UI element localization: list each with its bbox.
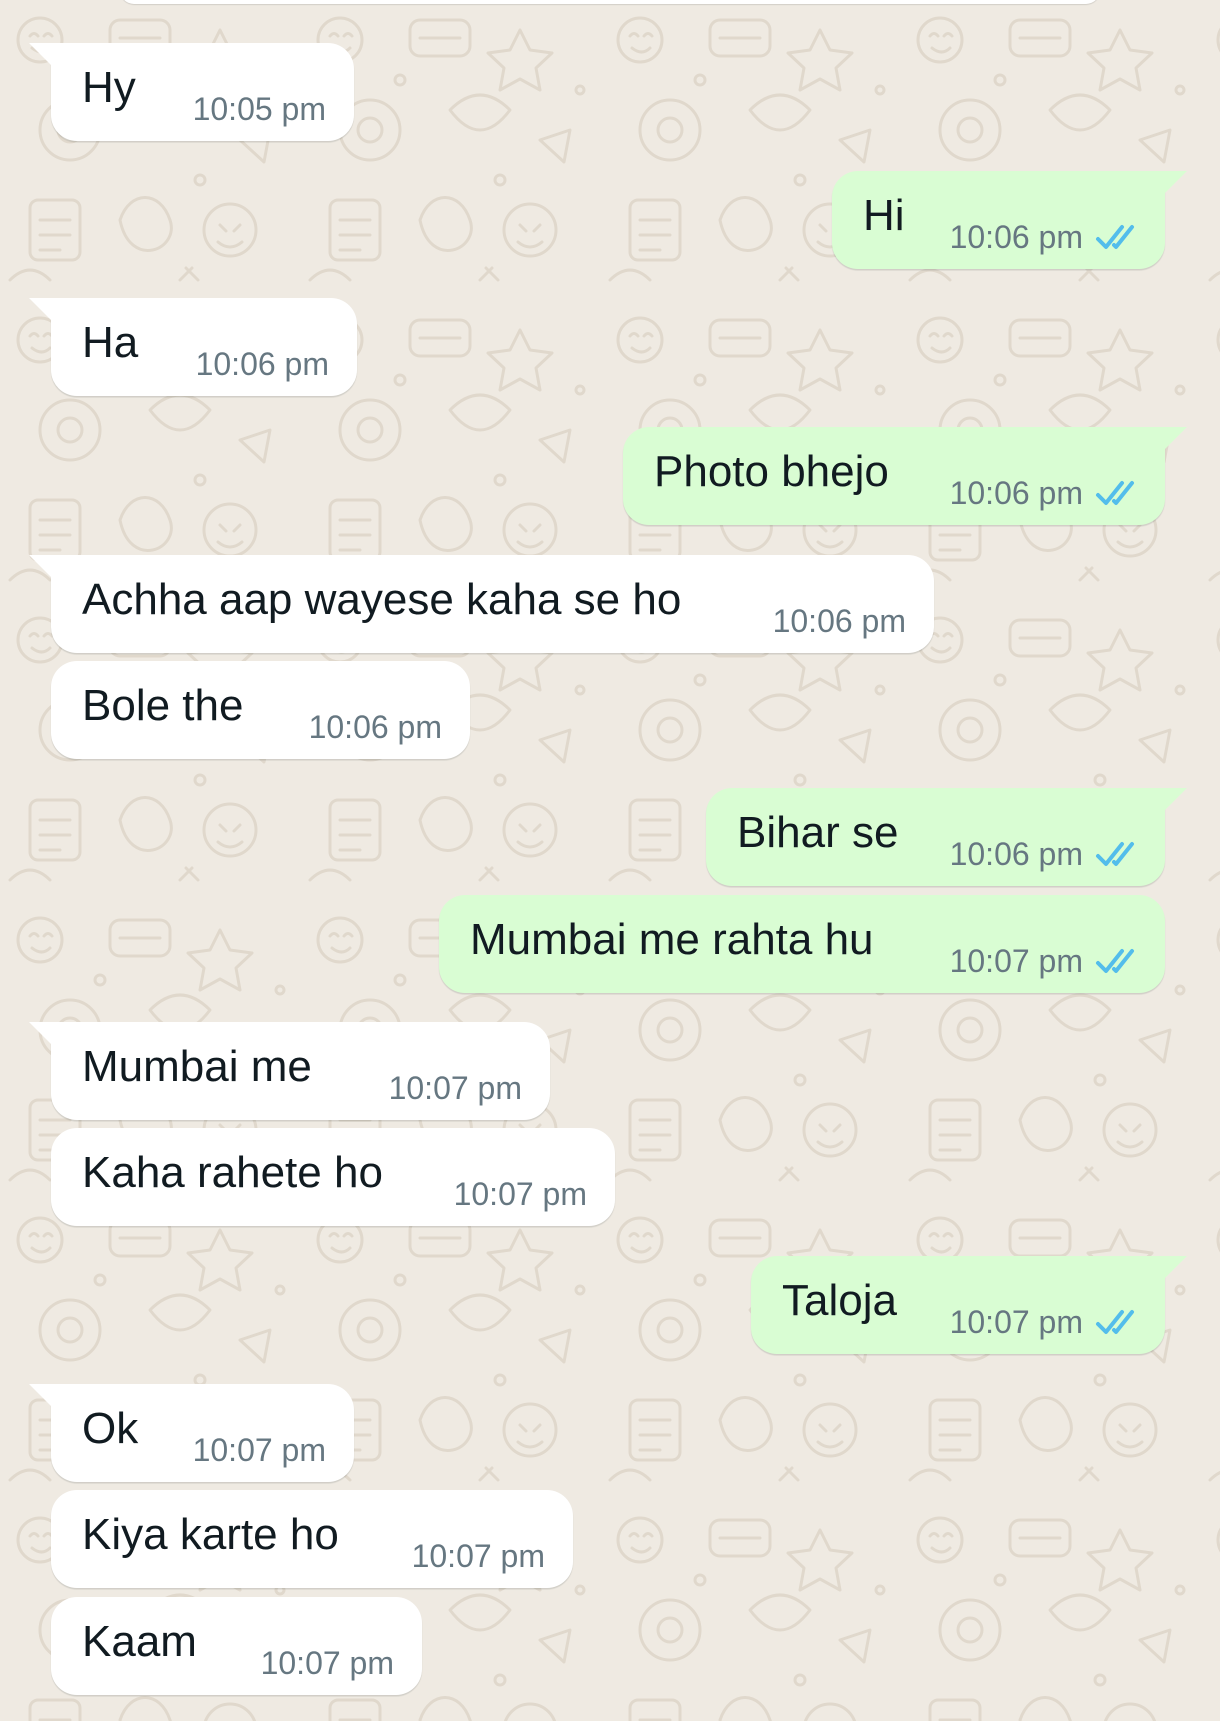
message-timestamp: 10:07 pm (949, 943, 1083, 979)
message-timestamp: 10:06 pm (949, 475, 1083, 511)
message-meta: 10:07 pm (261, 1644, 394, 1682)
message-timestamp: 10:07 pm (192, 1432, 326, 1468)
double-check-icon (1096, 1310, 1134, 1334)
message-timestamp: 10:07 pm (949, 1304, 1083, 1340)
message-text: Kaam (82, 1617, 197, 1666)
incoming-message-bubble[interactable]: Ok 10:07 pm (29, 1384, 354, 1482)
incoming-message-bubble[interactable]: Mumbai me 10:07 pm (29, 1022, 550, 1120)
message-meta: 10:05 pm (193, 90, 326, 128)
outgoing-message-bubble[interactable]: Hi 10:06 pm (832, 171, 1187, 269)
message-text: Photo bhejo (654, 447, 889, 496)
message-text: Bihar se (737, 808, 899, 857)
incoming-message-bubble[interactable]: Achha aap wayese kaha se ho 10:06 pm (29, 555, 934, 653)
message-meta: 10:07 pm (389, 1069, 522, 1107)
incoming-message-bubble[interactable]: Bole the 10:06 pm (51, 661, 470, 759)
message-meta: 10:06 pm (196, 345, 329, 383)
message-timestamp: 10:07 pm (453, 1176, 587, 1212)
message-timestamp: 10:07 pm (411, 1538, 545, 1574)
message-text: Mumbai me (82, 1042, 312, 1091)
message-text: Ok (82, 1404, 139, 1453)
message-timestamp: 10:05 pm (192, 91, 326, 127)
message-text: Mumbai me rahta hu (470, 915, 874, 964)
message-timestamp: 10:06 pm (949, 836, 1083, 872)
double-check-icon (1096, 481, 1134, 505)
message-meta: 10:07 pm (950, 942, 1143, 980)
message-meta: 10:06 pm (950, 218, 1143, 256)
outgoing-message-bubble[interactable]: Mumbai me rahta hu 10:07 pm (439, 895, 1165, 993)
double-check-icon (1096, 949, 1134, 973)
incoming-message-bubble[interactable]: Kiya karte ho 10:07 pm (51, 1490, 573, 1588)
message-meta: 10:06 pm (950, 474, 1143, 512)
message-timestamp: 10:06 pm (949, 219, 1083, 255)
message-meta: 10:07 pm (412, 1537, 545, 1575)
previous-message-bubble-edge (120, 0, 1100, 4)
chat-message-list[interactable]: Hy 10:05 pm Hi 10:06 pm Ha 10:06 pm Phot… (0, 0, 1220, 1721)
double-check-icon (1096, 225, 1134, 249)
message-text: Hi (863, 191, 905, 240)
incoming-message-bubble[interactable]: Hy 10:05 pm (29, 43, 354, 141)
message-timestamp: 10:06 pm (772, 603, 906, 639)
message-text: Taloja (782, 1276, 897, 1325)
message-text: Hy (82, 63, 136, 112)
outgoing-message-bubble[interactable]: Taloja 10:07 pm (751, 1256, 1187, 1354)
message-timestamp: 10:06 pm (195, 346, 329, 382)
message-text: Kiya karte ho (82, 1510, 339, 1559)
message-timestamp: 10:07 pm (388, 1070, 522, 1106)
message-text: Achha aap wayese kaha se ho (82, 575, 682, 624)
incoming-message-bubble[interactable]: Ha 10:06 pm (29, 298, 357, 396)
message-meta: 10:07 pm (950, 1303, 1143, 1341)
message-timestamp: 10:06 pm (308, 709, 442, 745)
message-meta: 10:06 pm (773, 602, 906, 640)
message-text: Kaha rahete ho (82, 1148, 383, 1197)
double-check-icon (1096, 842, 1134, 866)
message-text: Ha (82, 318, 139, 367)
message-timestamp: 10:07 pm (260, 1645, 394, 1681)
outgoing-message-bubble[interactable]: Bihar se 10:06 pm (706, 788, 1187, 886)
message-meta: 10:06 pm (309, 708, 442, 746)
outgoing-message-bubble[interactable]: Photo bhejo 10:06 pm (623, 427, 1187, 525)
message-meta: 10:07 pm (454, 1175, 587, 1213)
message-meta: 10:06 pm (950, 835, 1143, 873)
incoming-message-bubble[interactable]: Kaha rahete ho 10:07 pm (51, 1128, 615, 1226)
message-meta: 10:07 pm (193, 1431, 326, 1469)
message-text: Bole the (82, 681, 244, 730)
incoming-message-bubble[interactable]: Kaam 10:07 pm (51, 1597, 422, 1695)
